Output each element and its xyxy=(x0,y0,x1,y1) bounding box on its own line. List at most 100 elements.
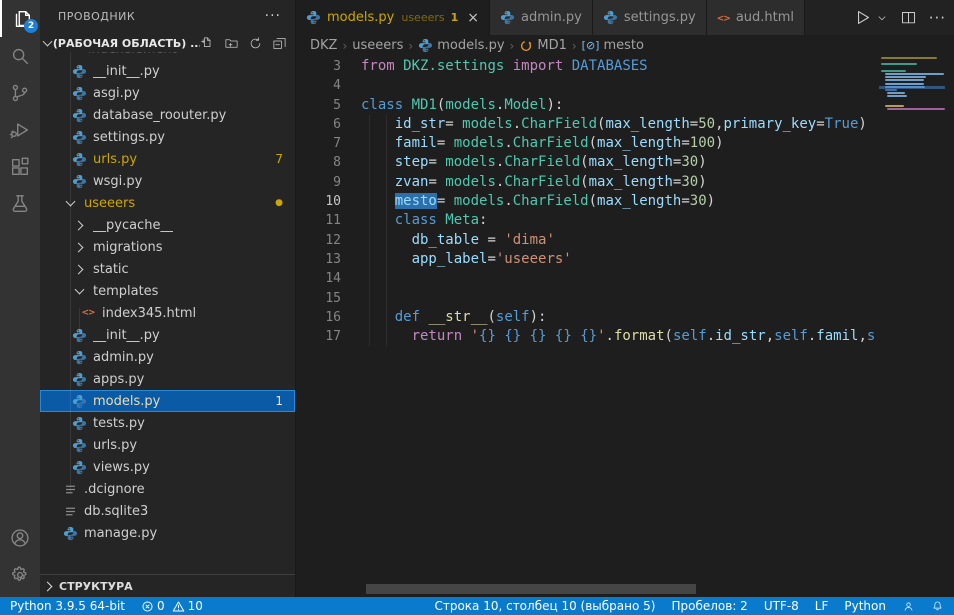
split-editor-icon[interactable] xyxy=(900,9,917,26)
tree-item-tests-py[interactable]: tests.py xyxy=(40,412,295,434)
encoding-status[interactable]: UTF-8 xyxy=(764,599,799,613)
tree-item-label: wsgi.py xyxy=(93,174,142,189)
search-activity-button[interactable] xyxy=(0,37,40,74)
tree-item--pycache-[interactable]: __pycache__ xyxy=(40,214,295,236)
line-number: 12 xyxy=(296,231,341,250)
outline-section-header[interactable]: СТРУКТУРА xyxy=(40,574,295,597)
breadcrumb-item-useeers[interactable]: useeers xyxy=(352,38,403,53)
code-line-9: 9 zvan= models.CharField(max_length=30) xyxy=(296,173,879,192)
line-text: id_str= models.CharField(max_length=50,p… xyxy=(341,115,867,134)
tree-item-admin-py[interactable]: admin.py xyxy=(40,346,295,368)
horizontal-scrollbar[interactable] xyxy=(366,584,696,594)
run-icon[interactable] xyxy=(853,8,872,27)
run-dropdown-icon[interactable] xyxy=(876,12,888,24)
breadcrumb-item-dkz[interactable]: DKZ xyxy=(310,38,337,53)
indentation-status[interactable]: Пробелов: 2 xyxy=(671,599,747,613)
close-icon[interactable]: × xyxy=(467,11,479,25)
code-line-17: 17 return '{} {} {} {} {}'.format(self.i… xyxy=(296,327,879,346)
line-text: def __str__(self): xyxy=(341,308,546,327)
account-icon xyxy=(9,527,31,549)
breadcrumb-item-models-py[interactable]: models.py xyxy=(418,38,504,53)
testing-icon xyxy=(9,193,31,215)
notifications-bell-icon[interactable] xyxy=(931,600,944,613)
tree-item-models-py[interactable]: models.py1 xyxy=(40,390,295,412)
tree-item--init-py[interactable]: __init__.py xyxy=(40,60,295,82)
section-actions xyxy=(200,36,287,51)
tree-item-manage-py[interactable]: manage.py xyxy=(40,522,295,544)
code-line-14: 14 xyxy=(296,269,879,288)
tree-item-db-sqlite3[interactable]: db.sqlite3 xyxy=(40,500,295,522)
breadcrumb-item-md1[interactable]: MD1 xyxy=(519,38,567,53)
tree-item-urls-py[interactable]: urls.py7 xyxy=(40,148,295,170)
feedback-icon[interactable] xyxy=(902,600,915,613)
line-number: 7 xyxy=(296,134,341,153)
collapse-all-icon[interactable] xyxy=(272,36,287,51)
language-mode-status[interactable]: Python xyxy=(844,599,886,613)
account-button[interactable] xyxy=(0,519,40,556)
eol-status[interactable]: LF xyxy=(815,599,829,613)
minimap-line xyxy=(885,76,926,78)
breadcrumb-label: MD1 xyxy=(537,38,567,53)
explorer-activity-button[interactable]: 2 xyxy=(0,0,42,37)
settings-button[interactable] xyxy=(0,556,40,593)
tree-item-database-roouter-py[interactable]: database_roouter.py xyxy=(40,104,295,126)
breadcrumb-separator: › xyxy=(342,39,347,53)
tree-item-urls-py[interactable]: urls.py xyxy=(40,434,295,456)
tree-item-clipped[interactable]: indexelement xyxy=(40,52,295,60)
tab-settings-py[interactable]: settings.py xyxy=(593,0,707,35)
activity-bar: 2 xyxy=(0,0,40,597)
more-actions-icon[interactable]: ··· xyxy=(929,9,946,27)
tree-item-migrations[interactable]: migrations xyxy=(40,236,295,258)
tree-item-asgi-py[interactable]: asgi.py xyxy=(40,82,295,104)
breadcrumb-label: mesto xyxy=(603,38,644,53)
tree-item-label: manage.py xyxy=(84,526,157,541)
breadcrumb-separator: › xyxy=(408,39,413,53)
modified-dot: ● xyxy=(275,198,295,208)
line-text: class Meta: xyxy=(341,211,487,230)
code-line-16: 16 def __str__(self): xyxy=(296,308,879,327)
tab-problems-badge: 1 xyxy=(451,11,459,24)
cursor-position-status[interactable]: Строка 10, столбец 10 (выбрано 5) xyxy=(434,599,655,613)
code-line-5: 5class MD1(models.Model): xyxy=(296,96,879,115)
minimap-line xyxy=(887,108,945,110)
line-number: 6 xyxy=(296,115,341,134)
minimap[interactable] xyxy=(879,57,945,177)
testing-activity-button[interactable] xyxy=(0,185,40,222)
python-icon xyxy=(71,415,87,431)
tree-item-apps-py[interactable]: apps.py xyxy=(40,368,295,390)
tree-item--dcignore[interactable]: .dcignore xyxy=(40,478,295,500)
tree-item-templates[interactable]: templates xyxy=(40,280,295,302)
explorer-sidebar: ПРОВОДНИК ··· (РАБОЧАЯ ОБЛАСТЬ) ... inde… xyxy=(40,0,295,597)
tree-item-label: useeers xyxy=(84,196,135,211)
tree-item-views-py[interactable]: views.py xyxy=(40,456,295,478)
tree-item-settings-py[interactable]: settings.py xyxy=(40,126,295,148)
tree-item-useeers[interactable]: useeers ● xyxy=(40,192,295,214)
sidebar-more-actions-icon[interactable]: ··· xyxy=(265,8,281,24)
line-text xyxy=(341,289,361,308)
tree-item-label: indexelement xyxy=(88,52,177,57)
source-control-activity-button[interactable] xyxy=(0,74,40,111)
breadcrumb-item-mesto[interactable]: [⊘]mesto xyxy=(582,38,644,53)
extensions-activity-button[interactable] xyxy=(0,148,40,185)
new-folder-icon[interactable] xyxy=(224,36,239,51)
outline-section-label: СТРУКТУРА xyxy=(59,580,133,593)
python-interpreter-status[interactable]: Python 3.9.5 64-bit xyxy=(10,599,125,613)
code-line-4: 4 xyxy=(296,76,879,95)
line-text: db_table = 'dima' xyxy=(341,231,555,250)
tree-item-label: urls.py xyxy=(93,438,137,453)
tree-item-wsgi-py[interactable]: wsgi.py xyxy=(40,170,295,192)
line-text: app_label='useeers' xyxy=(341,250,572,269)
tab-models-py[interactable]: models.pyuseeers1× xyxy=(296,0,490,35)
refresh-icon[interactable] xyxy=(248,36,263,51)
chevron-right-icon xyxy=(71,261,87,277)
workspace-section-header[interactable]: (РАБОЧАЯ ОБЛАСТЬ) ... xyxy=(40,32,295,54)
tab-admin-py[interactable]: admin.py xyxy=(490,0,593,35)
run-debug-activity-button[interactable] xyxy=(0,111,40,148)
new-file-icon[interactable] xyxy=(200,36,215,51)
minimap-line xyxy=(885,79,924,81)
tab-aud-html[interactable]: <>aud.html xyxy=(707,0,805,35)
line-text xyxy=(341,269,361,288)
code-line-8: 8 step= models.CharField(max_length=30) xyxy=(296,153,879,172)
problems-status[interactable]: 0 10 xyxy=(141,599,203,613)
tree-item-static[interactable]: static xyxy=(40,258,295,280)
